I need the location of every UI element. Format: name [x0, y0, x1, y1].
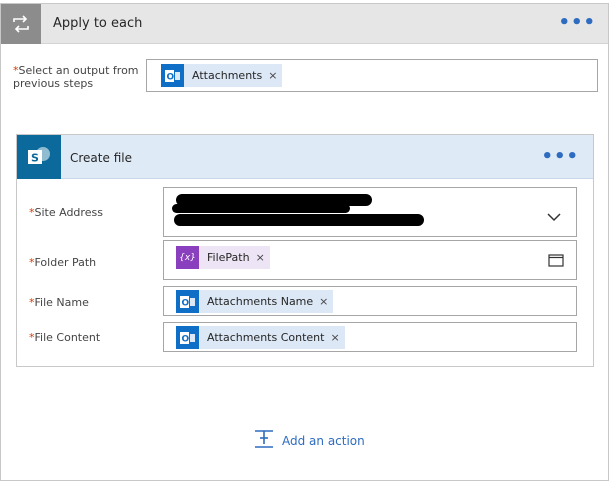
attachments-name-token-label: Attachments Name — [207, 295, 314, 308]
folder-path-label-text: Folder Path — [34, 256, 97, 269]
chevron-down-icon[interactable] — [547, 211, 561, 225]
file-content-input[interactable]: O Attachments Content × — [163, 322, 577, 352]
file-content-label: *File Content — [29, 331, 100, 344]
loop-icon — [1, 4, 41, 44]
add-an-action-button[interactable]: Add an action — [254, 429, 365, 452]
add-action-icon — [254, 429, 274, 452]
outlook-icon: O — [176, 326, 199, 349]
site-address-label: *Site Address — [29, 206, 103, 219]
attachments-name-token[interactable]: O Attachments Name × — [176, 290, 334, 313]
redacted-value — [172, 204, 350, 213]
create-file-header[interactable]: S Create file ••• — [17, 135, 593, 179]
filepath-token[interactable]: {x} FilePath × — [176, 246, 270, 269]
svg-text:S: S — [31, 152, 39, 165]
outlook-icon: O — [176, 290, 199, 313]
folder-path-input[interactable]: {x} FilePath × — [163, 240, 577, 280]
file-content-label-text: File Content — [34, 331, 101, 344]
attachments-token-label: Attachments — [192, 69, 263, 82]
apply-to-each-card: Apply to each ••• *Select an output from… — [0, 3, 609, 481]
site-address-label-text: Site Address — [34, 206, 103, 219]
sharepoint-icon: S — [17, 135, 61, 179]
svg-text:O: O — [167, 72, 175, 82]
create-file-title: Create file — [70, 151, 132, 165]
expression-icon: {x} — [176, 246, 199, 269]
file-name-label-text: File Name — [34, 296, 89, 309]
redacted-value — [174, 214, 424, 226]
filepath-token-label: FilePath — [207, 251, 250, 264]
file-name-label: *File Name — [29, 296, 89, 309]
remove-token-icon[interactable]: × — [330, 326, 344, 349]
remove-token-icon[interactable]: × — [268, 64, 282, 87]
attachments-content-token[interactable]: O Attachments Content × — [176, 326, 345, 349]
attachments-content-token-label: Attachments Content — [207, 331, 325, 344]
file-name-input[interactable]: O Attachments Name × — [163, 286, 577, 316]
remove-token-icon[interactable]: × — [256, 246, 270, 269]
folder-path-label: *Folder Path — [29, 256, 96, 269]
site-address-dropdown[interactable] — [163, 187, 577, 237]
more-options-icon[interactable]: ••• — [541, 148, 579, 166]
apply-to-each-header[interactable]: Apply to each ••• — [1, 4, 608, 44]
select-output-input[interactable]: O Attachments × — [146, 59, 598, 92]
outlook-icon: O — [161, 64, 184, 87]
create-file-card: S Create file ••• *Site Address *Folder … — [16, 134, 594, 367]
remove-token-icon[interactable]: × — [319, 290, 333, 313]
select-output-label: *Select an output from previous steps — [13, 64, 143, 90]
add-an-action-label: Add an action — [282, 433, 365, 448]
apply-to-each-title: Apply to each — [53, 16, 143, 31]
svg-text:O: O — [182, 298, 190, 308]
more-options-icon[interactable]: ••• — [558, 14, 596, 32]
folder-browse-icon[interactable] — [548, 253, 564, 270]
select-output-label-text: Select an output from previous steps — [13, 64, 139, 90]
svg-text:O: O — [182, 334, 190, 344]
attachments-token[interactable]: O Attachments × — [161, 64, 283, 87]
